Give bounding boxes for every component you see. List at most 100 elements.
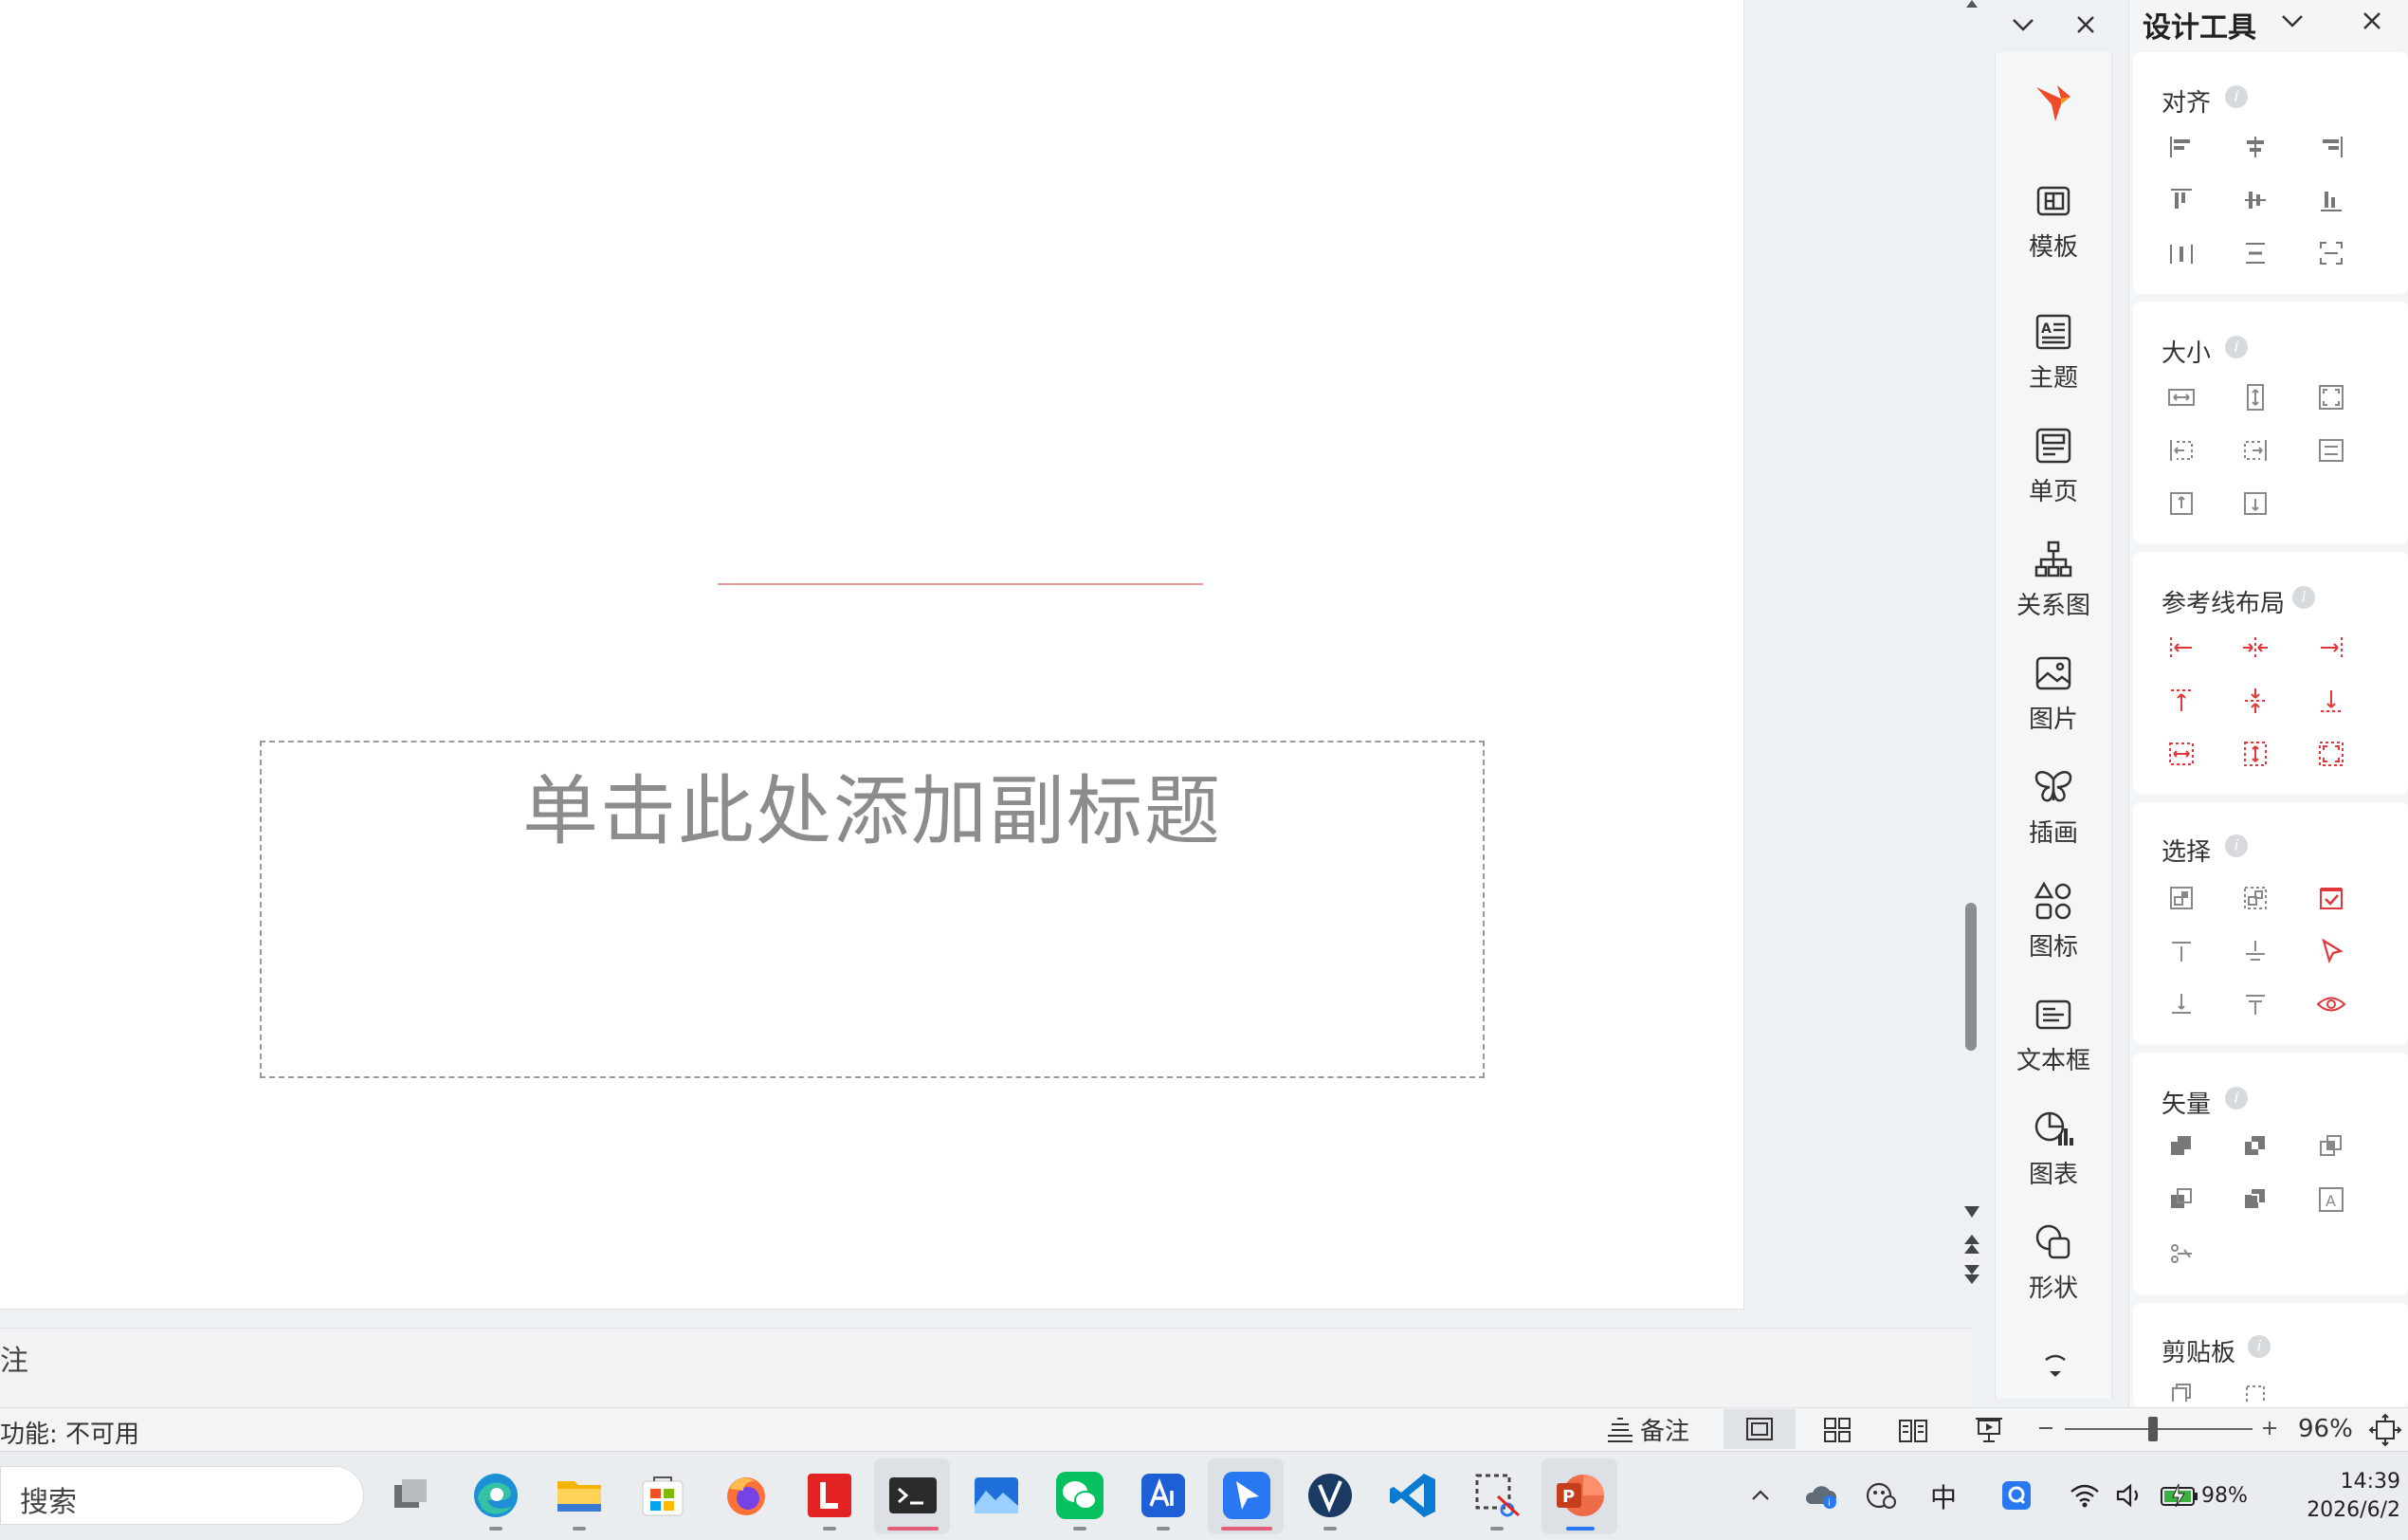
feishu-button[interactable] [1219, 1468, 1274, 1523]
strip-item-picture[interactable]: 图片 [1995, 652, 2112, 735]
guide-center-v-button[interactable] [2239, 685, 2271, 717]
wechat-button[interactable] [1052, 1468, 1107, 1523]
subtitle-placeholder[interactable]: 单击此处添加副标题 [260, 741, 1485, 1078]
guide-bottom-button[interactable] [2315, 685, 2347, 717]
distribute-vertical-button[interactable] [2239, 237, 2271, 269]
guide-fill-height-button[interactable] [2239, 738, 2271, 770]
align-bottom-button[interactable] [2315, 184, 2347, 216]
scroll-up-arrow[interactable] [1966, 0, 1978, 8]
strip-item-shape[interactable]: 形状 [1995, 1221, 2112, 1304]
file-explorer-button[interactable] [552, 1468, 607, 1523]
notes-toggle-button[interactable]: 备注 [1604, 1411, 1689, 1447]
next-slide-icon[interactable] [1964, 1265, 1979, 1286]
vector-edit-points-button[interactable] [2165, 1237, 2198, 1269]
strip-item-chart[interactable]: 图表 [1995, 1108, 2112, 1190]
distribute-horizontal-button[interactable] [2165, 237, 2198, 269]
guide-fill-both-button[interactable] [2315, 738, 2347, 770]
show-hidden-icons-button[interactable] [1746, 1481, 1775, 1510]
battery-indicator[interactable]: 98% [2160, 1479, 2248, 1512]
ai-writer-button[interactable] [1136, 1468, 1191, 1523]
strip-item-icons[interactable]: 图标 [1995, 880, 2112, 962]
taskbar-search-box[interactable]: 搜索 [0, 1466, 364, 1525]
slide-sorter-view-button[interactable] [1820, 1413, 1854, 1447]
zoom-out-button[interactable] [2034, 1417, 2057, 1439]
select-same-type-button[interactable] [2165, 882, 2198, 914]
task-view-button[interactable] [383, 1468, 438, 1523]
zoom-in-button[interactable] [2258, 1417, 2281, 1439]
select-middle-button[interactable] [2239, 935, 2271, 967]
size-info-icon[interactable]: i [2225, 336, 2248, 358]
vector-combine-button[interactable] [2239, 1130, 2271, 1163]
powerpoint-button[interactable]: P [1553, 1468, 1608, 1523]
l-app-button[interactable] [802, 1468, 857, 1523]
strip-item-relationship[interactable]: 关系图 [1995, 539, 2112, 621]
strip-item-template[interactable]: 模板 [1995, 180, 2112, 263]
strip-close-icon[interactable] [2069, 8, 2103, 42]
guide-left-button[interactable] [2165, 632, 2198, 664]
select-same-size-button[interactable] [2239, 882, 2271, 914]
clipboard-copy-button[interactable] [2165, 1379, 2198, 1402]
normal-view-button[interactable] [1724, 1409, 1796, 1449]
store-button[interactable] [635, 1468, 690, 1523]
align-middle-button[interactable] [2239, 184, 2271, 216]
strip-item-textbox[interactable]: 文本框 [1995, 994, 2112, 1076]
strip-collapse-icon[interactable] [2006, 8, 2040, 42]
slideshow-button[interactable] [1972, 1413, 2006, 1447]
select-info-icon[interactable]: i [2225, 834, 2248, 857]
zoom-slider-handle[interactable] [2148, 1417, 2158, 1441]
volume-speaker-icon[interactable] [2114, 1481, 2146, 1510]
scroll-down-arrow[interactable] [1964, 1206, 1979, 1218]
select-all-check-button[interactable] [2315, 882, 2347, 914]
same-width-button[interactable] [2165, 381, 2198, 413]
panel-collapse-icon[interactable] [2275, 4, 2309, 38]
align-top-button[interactable] [2165, 184, 2198, 216]
select-pointer-button[interactable] [2315, 935, 2347, 967]
photo-app-button[interactable] [969, 1468, 1024, 1523]
guide-center-h-button[interactable] [2239, 632, 2271, 664]
show-hidden-eye-button[interactable] [2315, 988, 2347, 1020]
zoom-level[interactable]: 96% [2298, 1415, 2353, 1443]
vector-info-icon[interactable]: i [2225, 1087, 2248, 1109]
notes-pane[interactable] [0, 1328, 1972, 1407]
same-size-button[interactable] [2315, 381, 2347, 413]
strip-item-illustration[interactable]: 插画 [1995, 766, 2112, 849]
q-app-tray-icon[interactable] [2000, 1479, 2033, 1512]
same-height-button[interactable] [2239, 381, 2271, 413]
expand-left-button[interactable] [2165, 434, 2198, 467]
guides-info-icon[interactable]: i [2292, 586, 2315, 609]
clipboard-paste-button[interactable] [2239, 1379, 2271, 1402]
select-filter-button[interactable] [2239, 988, 2271, 1020]
reading-view-button[interactable] [1896, 1413, 1930, 1447]
align-center-button[interactable] [2239, 131, 2271, 163]
vector-subtract-button[interactable] [2165, 1183, 2198, 1216]
accessibility-status[interactable]: 功能: 不可用 [0, 1415, 139, 1450]
fit-to-window-button[interactable] [2368, 1413, 2402, 1447]
vector-text-button[interactable]: A [2315, 1183, 2347, 1216]
vpn-button[interactable] [1303, 1468, 1358, 1523]
select-above-button[interactable] [2165, 935, 2198, 967]
guide-top-button[interactable] [2165, 685, 2198, 717]
vertical-scrollbar[interactable] [1962, 0, 1981, 1309]
accessibility-tray-icon[interactable] [1864, 1479, 1898, 1512]
strip-item-single-page[interactable]: 单页 [1995, 425, 2112, 507]
select-below-button[interactable] [2165, 988, 2198, 1020]
scroll-thumb[interactable] [1965, 903, 1977, 1051]
guide-fill-width-button[interactable] [2165, 738, 2198, 770]
panel-close-icon[interactable] [2355, 4, 2389, 38]
clock[interactable]: 14:39 2026/6/2 [2294, 1468, 2400, 1525]
strip-item-theme[interactable]: A 主题 [1995, 311, 2112, 394]
align-slide-button[interactable] [2315, 237, 2347, 269]
vector-intersect-button[interactable] [2315, 1130, 2347, 1163]
terminal-button[interactable] [885, 1468, 940, 1523]
vector-union-button[interactable] [2165, 1130, 2198, 1163]
guide-right-button[interactable] [2315, 632, 2347, 664]
previous-slide-icon[interactable] [1964, 1235, 1979, 1256]
vscode-button[interactable] [1386, 1468, 1441, 1523]
onedrive-tray-icon[interactable]: i [1803, 1479, 1839, 1512]
clipboard-info-icon[interactable]: i [2248, 1335, 2271, 1358]
strip-more-icon[interactable] [2038, 1350, 2072, 1384]
align-left-button[interactable] [2165, 131, 2198, 163]
align-info-icon[interactable]: i [2225, 85, 2248, 108]
snipping-tool-button[interactable] [1469, 1468, 1524, 1523]
edge-browser-button[interactable] [468, 1468, 523, 1523]
